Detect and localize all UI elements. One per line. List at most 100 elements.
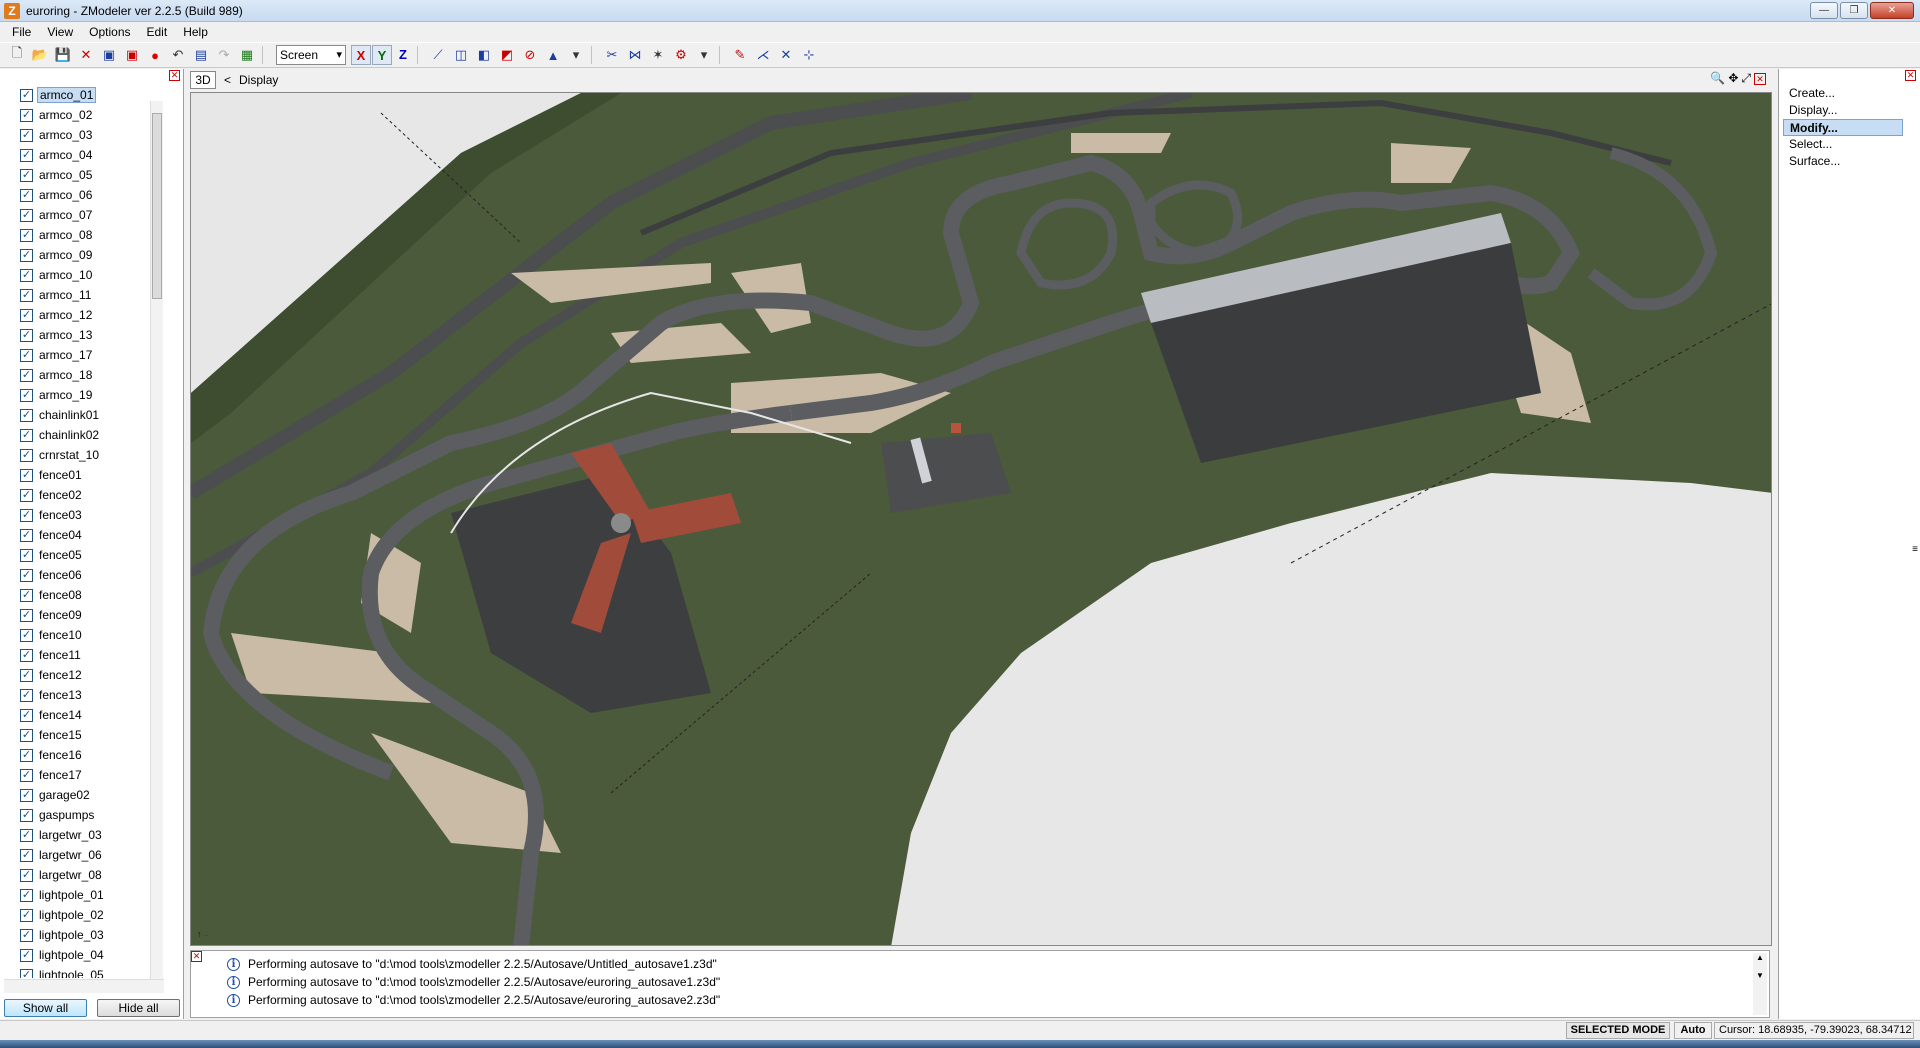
visibility-checkbox[interactable]: ✓ — [20, 328, 33, 342]
menu-help[interactable]: Help — [175, 22, 216, 42]
command-display[interactable]: Display... — [1783, 102, 1903, 119]
visibility-checkbox[interactable]: ✓ — [20, 168, 33, 182]
visibility-checkbox[interactable]: ✓ — [20, 528, 33, 542]
render-icon[interactable]: ● — [144, 44, 166, 66]
object-list-item[interactable]: ✓ lightpole_04 — [20, 945, 166, 965]
visibility-checkbox[interactable]: ✓ — [20, 128, 33, 142]
visibility-checkbox[interactable]: ✓ — [20, 568, 33, 582]
visibility-checkbox[interactable]: ✓ — [20, 748, 33, 762]
object-list-item[interactable]: ✓ fence12 — [20, 665, 166, 685]
axis-x-toggle[interactable]: X — [351, 45, 371, 65]
object-list-item[interactable]: ✓ lightpole_05 — [20, 965, 166, 978]
zmodeler-app-icon[interactable]: Z — [4, 2, 20, 19]
visibility-checkbox[interactable]: ✓ — [20, 808, 33, 822]
visibility-checkbox[interactable]: ✓ — [20, 628, 33, 642]
object-list-item[interactable]: ✓ gaspumps — [20, 805, 166, 825]
visibility-checkbox[interactable]: ✓ — [20, 848, 33, 862]
visibility-checkbox[interactable]: ✓ — [20, 208, 33, 222]
visibility-checkbox[interactable]: ✓ — [20, 508, 33, 522]
axis-z-toggle[interactable]: Z — [393, 45, 413, 65]
object-list-item[interactable]: ✓ armco_07 — [20, 205, 166, 225]
command-modify[interactable]: Modify... — [1783, 119, 1903, 136]
export-icon[interactable]: ▣ — [121, 44, 143, 66]
object-list-item[interactable]: ✓ fence14 — [20, 705, 166, 725]
object-list-item[interactable]: ✓ largetwr_06 — [20, 845, 166, 865]
object-list-item[interactable]: ✓ armco_03 — [20, 125, 166, 145]
object-list-item[interactable]: ✓ fence06 — [20, 565, 166, 585]
select-all-icon[interactable]: ⊘ — [519, 44, 541, 66]
dropdown-arrow-icon[interactable]: ▾ — [693, 44, 715, 66]
object-list-item[interactable]: ✓ fence01 — [20, 465, 166, 485]
visibility-checkbox[interactable]: ✓ — [20, 788, 33, 802]
visibility-checkbox[interactable]: ✓ — [20, 368, 33, 382]
object-list-item[interactable]: ✓ armco_02 — [20, 105, 166, 125]
view-mode-select[interactable]: Screen — [276, 45, 346, 65]
visibility-checkbox[interactable]: ✓ — [20, 868, 33, 882]
object-list-item[interactable]: ✓ fence04 — [20, 525, 166, 545]
object-list-item[interactable]: ✓ armco_10 — [20, 265, 166, 285]
object-list-item[interactable]: ✓ chainlink02 — [20, 425, 166, 445]
visibility-checkbox[interactable]: ✓ — [20, 188, 33, 202]
visibility-checkbox[interactable]: ✓ — [20, 108, 33, 122]
visibility-checkbox[interactable]: ✓ — [20, 548, 33, 562]
visibility-checkbox[interactable]: ✓ — [20, 968, 33, 978]
redo-icon[interactable]: ↷ — [213, 44, 235, 66]
object-list-item[interactable]: ✓ armco_11 — [20, 285, 166, 305]
visibility-checkbox[interactable]: ✓ — [20, 468, 33, 482]
visibility-checkbox[interactable]: ✓ — [20, 648, 33, 662]
hide-all-button[interactable]: Hide all — [97, 999, 180, 1017]
visibility-checkbox[interactable]: ✓ — [20, 668, 33, 682]
visibility-checkbox[interactable]: ✓ — [20, 928, 33, 942]
close-panel-icon[interactable]: ✕ — [169, 70, 180, 81]
visibility-checkbox[interactable]: ✓ — [20, 268, 33, 282]
select-cube-icon[interactable]: ◧ — [473, 44, 495, 66]
paint-tool-icon[interactable]: ✎ — [729, 44, 751, 66]
object-list-item[interactable]: ✓ fence09 — [20, 605, 166, 625]
visibility-checkbox[interactable]: ✓ — [20, 228, 33, 242]
object-list-item[interactable]: ✓ fence02 — [20, 485, 166, 505]
object-list-item[interactable]: ✓ lightpole_02 — [20, 905, 166, 925]
delete-icon[interactable]: ✕ — [75, 44, 97, 66]
visibility-checkbox[interactable]: ✓ — [20, 828, 33, 842]
menu-view[interactable]: View — [39, 22, 81, 42]
visibility-checkbox[interactable]: ✓ — [20, 428, 33, 442]
visibility-checkbox[interactable]: ✓ — [20, 768, 33, 782]
visibility-checkbox[interactable]: ✓ — [20, 948, 33, 962]
command-select[interactable]: Select... — [1783, 136, 1903, 153]
object-list-item[interactable]: ✓ fence10 — [20, 625, 166, 645]
align-tool-icon[interactable]: ⊹ — [798, 44, 820, 66]
3d-viewport[interactable]: ↑→ — [190, 92, 1772, 946]
close-log-icon[interactable]: ✕ — [191, 951, 202, 962]
visibility-checkbox[interactable]: ✓ — [20, 308, 33, 322]
figure-tool-icon[interactable]: ✶ — [647, 44, 669, 66]
object-list-item[interactable]: ✓ fence03 — [20, 505, 166, 525]
object-list-item[interactable]: ✓ lightpole_01 — [20, 885, 166, 905]
zoom-icon[interactable]: 🔍 — [1710, 71, 1725, 86]
object-list-item[interactable]: ✓ fence08 — [20, 585, 166, 605]
object-list-item[interactable]: ✓ armco_08 — [20, 225, 166, 245]
object-list-item[interactable]: ✓ armco_04 — [20, 145, 166, 165]
visibility-checkbox[interactable]: ✓ — [20, 708, 33, 722]
material-browser-icon[interactable]: ▦ — [236, 44, 258, 66]
object-list-item[interactable]: ✓ fence15 — [20, 725, 166, 745]
panel-grip-icon[interactable]: ≡ — [1912, 544, 1918, 555]
maximize-button[interactable]: ❐ — [1840, 2, 1868, 19]
menu-file[interactable]: File — [4, 22, 39, 42]
object-list-item[interactable]: ✓ armco_12 — [20, 305, 166, 325]
visibility-checkbox[interactable]: ✓ — [20, 288, 33, 302]
visibility-checkbox[interactable]: ✓ — [20, 888, 33, 902]
object-list-item[interactable]: ✓ largetwr_08 — [20, 865, 166, 885]
object-list-item[interactable]: ✓ armco_13 — [20, 325, 166, 345]
select-vertex-icon[interactable]: ⟋ — [427, 44, 449, 66]
object-list-item[interactable]: ✓ fence16 — [20, 745, 166, 765]
viewport-mode-button[interactable]: 3D — [190, 71, 216, 89]
scrollbar-thumb[interactable] — [152, 113, 162, 299]
minimize-button[interactable]: — — [1810, 2, 1838, 19]
show-all-button[interactable]: Show all — [4, 999, 87, 1017]
snap-tool-icon[interactable]: ⋌ — [752, 44, 774, 66]
undo-icon[interactable]: ↶ — [167, 44, 189, 66]
axis-y-toggle[interactable]: Y — [372, 45, 392, 65]
visibility-checkbox[interactable]: ✓ — [20, 608, 33, 622]
visibility-checkbox[interactable]: ✓ — [20, 908, 33, 922]
object-list-item[interactable]: ✓ garage02 — [20, 785, 166, 805]
